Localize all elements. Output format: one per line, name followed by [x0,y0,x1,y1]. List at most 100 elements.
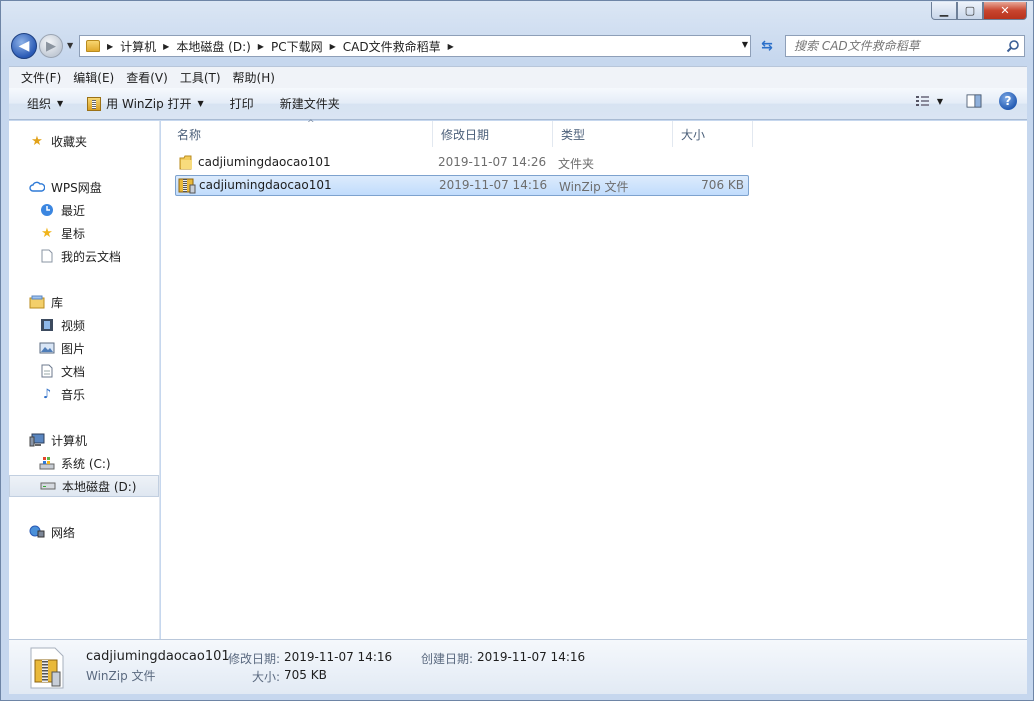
chevron-right-icon[interactable]: ▶ [255,42,267,51]
open-with-winzip-button[interactable]: 用 WinZip 打开 ▼ [79,92,212,116]
breadcrumb-pc-download[interactable]: PC下载网 [267,38,327,55]
menu-file[interactable]: 文件(F) [15,69,67,86]
table-row[interactable]: cadjiumingdaocao101 2019-11-07 14:26 文件夹 [175,153,749,174]
organize-label: 组织 [27,97,52,111]
chevron-right-icon[interactable]: ▶ [327,42,339,51]
new-folder-label: 新建文件夹 [279,97,340,111]
close-button[interactable]: ✕ [983,2,1027,20]
sidebar-item-label: 最近 [61,203,86,218]
recent-pages-dropdown[interactable]: ▼ [67,41,73,50]
document-icon [39,363,55,379]
sidebar-item-label: 库 [51,295,64,310]
film-icon [39,317,55,333]
winzip-file-icon [30,647,64,689]
open-with-label: 用 WinZip 打开 [106,97,192,111]
chevron-down-icon: ▼ [197,99,204,108]
explorer-window: ▁ ▢ ✕ ◀ ▶ ▼ ▶ 计算机 ▶ 本地磁盘 (D:) ▶ PC下载网 ▶ … [0,0,1034,701]
detail-modified-label: 修改日期: [228,652,281,666]
sidebar-item-label: 音乐 [61,387,86,402]
minimize-button[interactable]: ▁ [931,2,957,20]
print-button[interactable]: 打印 [222,92,262,116]
forward-button[interactable]: ▶ [39,34,63,58]
search-box[interactable] [785,35,1025,57]
breadcrumb-computer[interactable]: 计算机 [116,38,160,55]
chevron-down-icon: ▼ [57,99,64,108]
sidebar-item-recent[interactable]: 最近 [9,199,159,221]
network-icon [29,524,45,540]
computer-icon [29,432,45,448]
sidebar-item-favorites[interactable]: ★ 收藏夹 [9,130,159,152]
preview-pane-icon[interactable] [965,94,983,108]
menu-tools[interactable]: 工具(T) [174,69,227,86]
column-header-name[interactable]: 名称 ^ [169,119,433,147]
sidebar-item-pictures[interactable]: 图片 [9,337,159,359]
sidebar-item-computer[interactable]: 计算机 [9,429,159,451]
chevron-right-icon[interactable]: ▶ [160,42,172,51]
sidebar-item-music[interactable]: ♪ 音乐 [9,383,159,405]
file-list: 名称 ^ 修改日期 类型 大小 cadjiumingdaocao101 2019… [161,119,1027,639]
cloud-icon [29,179,45,195]
sidebar-item-drive-d[interactable]: 本地磁盘 (D:) [9,475,159,497]
sidebar-item-cloud-docs[interactable]: 我的云文档 [9,245,159,267]
search-icon[interactable] [1006,39,1020,53]
sidebar-item-label: 网络 [51,525,76,540]
column-header-type[interactable]: 类型 [553,121,673,147]
folder-icon [86,40,100,52]
organize-button[interactable]: 组织 ▼ [19,92,71,116]
detail-size-label: 大小: [252,670,281,684]
column-header-modified[interactable]: 修改日期 [433,121,553,147]
music-note-icon: ♪ [42,386,52,402]
address-row: ◀ ▶ ▼ ▶ 计算机 ▶ 本地磁盘 (D:) ▶ PC下载网 ▶ CAD文件救… [9,33,1027,61]
caption-buttons: ▁ ▢ ✕ [931,2,1027,20]
sidebar-item-label: 计算机 [51,433,88,448]
column-header-size[interactable]: 大小 [673,121,753,147]
sidebar-item-label: 我的云文档 [61,249,122,264]
sidebar-item-videos[interactable]: 视频 [9,314,159,336]
star-icon: ★ [41,225,53,241]
file-name: cadjiumingdaocao101 [198,155,331,169]
sidebar-item-wps[interactable]: WPS网盘 [9,176,159,198]
help-icon[interactable]: ? [999,92,1017,110]
detail-file-type: WinZip 文件 [86,669,156,683]
sidebar-item-label: 收藏夹 [51,134,88,149]
sidebar-item-label: 星标 [61,226,86,241]
sidebar-item-network[interactable]: 网络 [9,521,159,543]
breadcrumb-cad-folder[interactable]: CAD文件救命稻草 [339,38,445,55]
sidebar-item-libraries[interactable]: 库 [9,291,159,313]
back-button[interactable]: ◀ [11,33,37,59]
file-type: 文件夹 [558,157,595,171]
file-size: 706 KB [701,178,744,192]
sidebar-item-starred[interactable]: ★ 星标 [9,222,159,244]
sort-ascending-icon: ^ [307,119,315,129]
new-folder-button[interactable]: 新建文件夹 [272,92,348,116]
change-view-icon[interactable] [915,94,933,108]
hard-drive-icon [40,478,56,494]
file-name: cadjiumingdaocao101 [199,178,332,192]
file-modified: 2019-11-07 14:16 [439,178,548,192]
table-row[interactable]: cadjiumingdaocao101 2019-11-07 14:16 Win… [175,175,749,196]
address-history-dropdown[interactable]: ▼ [742,40,748,49]
detail-file-name: cadjiumingdaocao101 [86,649,230,664]
sidebar-item-drive-c[interactable]: 系统 (C:) [9,452,159,474]
file-type: WinZip 文件 [559,180,629,194]
chevron-right-icon[interactable]: ▶ [445,42,457,51]
column-label: 类型 [561,127,586,142]
breadcrumb-drive-d[interactable]: 本地磁盘 (D:) [172,38,254,55]
print-label: 打印 [229,97,254,111]
winzip-icon [87,96,102,111]
column-label: 修改日期 [441,127,490,142]
column-label: 名称 [177,127,202,142]
winzip-file-icon [178,178,196,194]
detail-size-value: 705 KB [284,668,327,682]
chevron-right-icon[interactable]: ▶ [104,42,116,51]
address-bar[interactable]: ▶ 计算机 ▶ 本地磁盘 (D:) ▶ PC下载网 ▶ CAD文件救命稻草 ▶ … [79,35,751,57]
details-pane: cadjiumingdaocao101 WinZip 文件 修改日期: 2019… [9,639,1027,694]
menu-view[interactable]: 查看(V) [120,69,174,86]
menu-edit[interactable]: 编辑(E) [67,69,120,86]
view-dropdown-icon[interactable]: ▼ [937,97,943,106]
sidebar-item-documents[interactable]: 文档 [9,360,159,382]
refresh-icon[interactable]: ⇆ [755,35,779,57]
maximize-button[interactable]: ▢ [957,2,983,20]
menu-help[interactable]: 帮助(H) [227,69,281,86]
search-input[interactable] [794,39,994,53]
